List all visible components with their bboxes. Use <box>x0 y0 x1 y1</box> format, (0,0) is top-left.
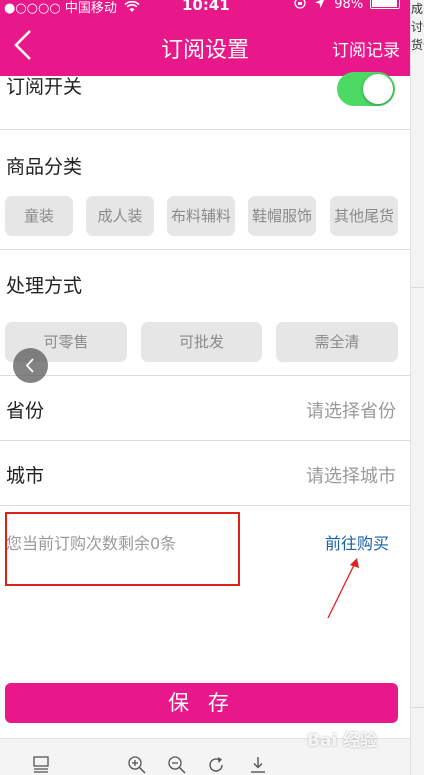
category-chip-fabric[interactable]: 布料辅料 <box>167 196 235 236</box>
divider <box>0 440 410 441</box>
floating-back-button[interactable] <box>13 348 48 383</box>
divider <box>0 375 410 376</box>
status-bar: ●○○○○ 中国移动 10:41 98% <box>0 0 410 16</box>
zoom-out-icon[interactable] <box>167 755 187 775</box>
go-buy-link[interactable]: 前往购买 <box>325 530 389 554</box>
subscription-switch-label: 订阅开关 <box>6 76 83 98</box>
chevron-left-icon <box>25 358 34 373</box>
zoom-in-icon[interactable] <box>127 755 147 775</box>
wifi-icon <box>124 0 140 12</box>
province-label: 省份 <box>6 400 45 422</box>
save-button[interactable]: 保 存 <box>5 683 398 723</box>
phone-screen: ●○○○○ 中国移动 10:41 98% 订阅设置 订阅记录 订阅开关 商品分类… <box>0 0 410 775</box>
gutter-divider <box>411 707 424 708</box>
processing-chip-clearance[interactable]: 需全清 <box>276 322 398 362</box>
category-chip-adult[interactable]: 成人装 <box>86 196 154 236</box>
nav-bar: 订阅设置 订阅记录 <box>0 14 410 76</box>
annotation-highlight-box <box>5 512 240 586</box>
battery-percent: 98% <box>334 0 364 12</box>
divider <box>0 249 410 250</box>
subscription-record-link[interactable]: 订阅记录 <box>332 36 400 61</box>
category-label: 商品分类 <box>6 156 83 178</box>
gutter-text: 货件 <box>411 38 424 52</box>
divider <box>0 505 410 506</box>
category-chip-other[interactable]: 其他尾货 <box>330 196 398 236</box>
status-time: 10:41 <box>182 0 230 14</box>
gutter-text: 讨价 <box>411 20 424 34</box>
category-chip-shoes-hats[interactable]: 鞋帽服饰 <box>248 196 316 236</box>
baidu-watermark: Bai 经验 <box>307 731 378 751</box>
toggle-knob <box>363 74 393 104</box>
battery-icon <box>370 0 401 9</box>
layout-icon[interactable] <box>32 755 50 773</box>
rotate-icon[interactable] <box>207 755 227 775</box>
category-chip-kids[interactable]: 童装 <box>5 196 73 236</box>
gutter-text: 成 <box>411 2 424 16</box>
download-icon[interactable] <box>248 755 268 775</box>
city-select[interactable]: 请选择城市 <box>306 462 396 488</box>
right-gutter <box>410 0 424 775</box>
divider <box>0 129 410 130</box>
lock-rotation-icon <box>294 0 306 9</box>
subscription-toggle[interactable] <box>337 72 395 106</box>
city-label: 城市 <box>6 465 45 487</box>
processing-chip-wholesale[interactable]: 可批发 <box>141 322 262 362</box>
province-select[interactable]: 请选择省份 <box>306 397 396 423</box>
gutter-divider <box>411 287 424 288</box>
status-right: 98% <box>294 0 401 12</box>
processing-label: 处理方式 <box>6 275 83 297</box>
location-icon <box>315 0 325 8</box>
annotation-arrow <box>327 558 359 619</box>
